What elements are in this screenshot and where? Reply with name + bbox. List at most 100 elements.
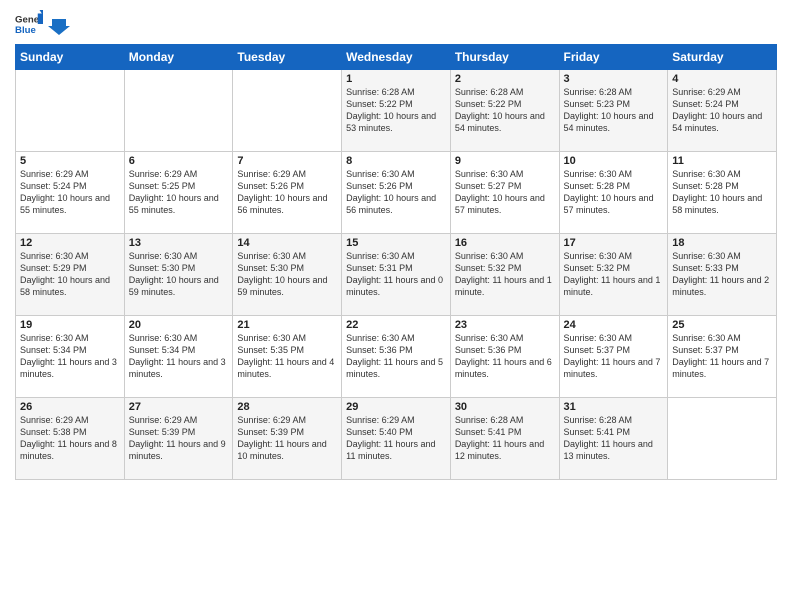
logo-icon: General Blue xyxy=(15,10,43,38)
day-info: Sunrise: 6:30 AM Sunset: 5:37 PM Dayligh… xyxy=(564,332,664,381)
day-info: Sunrise: 6:29 AM Sunset: 5:26 PM Dayligh… xyxy=(237,168,337,217)
day-info: Sunrise: 6:30 AM Sunset: 5:36 PM Dayligh… xyxy=(455,332,555,381)
day-number: 2 xyxy=(455,73,555,85)
day-number: 23 xyxy=(455,319,555,331)
day-number: 9 xyxy=(455,155,555,167)
day-cell xyxy=(16,70,125,152)
day-cell: 15Sunrise: 6:30 AM Sunset: 5:31 PM Dayli… xyxy=(342,234,451,316)
day-cell: 5Sunrise: 6:29 AM Sunset: 5:24 PM Daylig… xyxy=(16,152,125,234)
day-cell xyxy=(124,70,233,152)
day-number: 18 xyxy=(672,237,772,249)
week-row-1: 5Sunrise: 6:29 AM Sunset: 5:24 PM Daylig… xyxy=(16,152,777,234)
day-info: Sunrise: 6:30 AM Sunset: 5:34 PM Dayligh… xyxy=(20,332,120,381)
day-info: Sunrise: 6:29 AM Sunset: 5:25 PM Dayligh… xyxy=(129,168,229,217)
day-number: 6 xyxy=(129,155,229,167)
day-number: 7 xyxy=(237,155,337,167)
week-row-4: 26Sunrise: 6:29 AM Sunset: 5:38 PM Dayli… xyxy=(16,398,777,480)
day-number: 21 xyxy=(237,319,337,331)
day-number: 14 xyxy=(237,237,337,249)
day-info: Sunrise: 6:30 AM Sunset: 5:31 PM Dayligh… xyxy=(346,250,446,299)
day-number: 29 xyxy=(346,401,446,413)
day-cell: 22Sunrise: 6:30 AM Sunset: 5:36 PM Dayli… xyxy=(342,316,451,398)
day-number: 20 xyxy=(129,319,229,331)
day-info: Sunrise: 6:28 AM Sunset: 5:22 PM Dayligh… xyxy=(346,86,446,135)
day-number: 16 xyxy=(455,237,555,249)
weekday-header-row: SundayMondayTuesdayWednesdayThursdayFrid… xyxy=(16,45,777,70)
day-info: Sunrise: 6:29 AM Sunset: 5:24 PM Dayligh… xyxy=(20,168,120,217)
day-number: 1 xyxy=(346,73,446,85)
day-cell: 10Sunrise: 6:30 AM Sunset: 5:28 PM Dayli… xyxy=(559,152,668,234)
day-info: Sunrise: 6:28 AM Sunset: 5:41 PM Dayligh… xyxy=(564,414,664,463)
day-info: Sunrise: 6:30 AM Sunset: 5:26 PM Dayligh… xyxy=(346,168,446,217)
day-cell: 2Sunrise: 6:28 AM Sunset: 5:22 PM Daylig… xyxy=(450,70,559,152)
day-number: 24 xyxy=(564,319,664,331)
day-cell: 19Sunrise: 6:30 AM Sunset: 5:34 PM Dayli… xyxy=(16,316,125,398)
week-row-2: 12Sunrise: 6:30 AM Sunset: 5:29 PM Dayli… xyxy=(16,234,777,316)
day-number: 4 xyxy=(672,73,772,85)
day-number: 3 xyxy=(564,73,664,85)
day-info: Sunrise: 6:29 AM Sunset: 5:39 PM Dayligh… xyxy=(129,414,229,463)
day-info: Sunrise: 6:30 AM Sunset: 5:37 PM Dayligh… xyxy=(672,332,772,381)
day-number: 30 xyxy=(455,401,555,413)
day-cell: 28Sunrise: 6:29 AM Sunset: 5:39 PM Dayli… xyxy=(233,398,342,480)
day-number: 27 xyxy=(129,401,229,413)
day-cell: 17Sunrise: 6:30 AM Sunset: 5:32 PM Dayli… xyxy=(559,234,668,316)
day-cell: 3Sunrise: 6:28 AM Sunset: 5:23 PM Daylig… xyxy=(559,70,668,152)
day-cell: 6Sunrise: 6:29 AM Sunset: 5:25 PM Daylig… xyxy=(124,152,233,234)
day-info: Sunrise: 6:29 AM Sunset: 5:38 PM Dayligh… xyxy=(20,414,120,463)
day-number: 15 xyxy=(346,237,446,249)
day-info: Sunrise: 6:28 AM Sunset: 5:41 PM Dayligh… xyxy=(455,414,555,463)
day-info: Sunrise: 6:30 AM Sunset: 5:35 PM Dayligh… xyxy=(237,332,337,381)
day-cell: 8Sunrise: 6:30 AM Sunset: 5:26 PM Daylig… xyxy=(342,152,451,234)
weekday-header-saturday: Saturday xyxy=(668,45,777,70)
day-cell: 25Sunrise: 6:30 AM Sunset: 5:37 PM Dayli… xyxy=(668,316,777,398)
day-info: Sunrise: 6:28 AM Sunset: 5:23 PM Dayligh… xyxy=(564,86,664,135)
day-cell: 29Sunrise: 6:29 AM Sunset: 5:40 PM Dayli… xyxy=(342,398,451,480)
day-number: 5 xyxy=(20,155,120,167)
day-cell: 11Sunrise: 6:30 AM Sunset: 5:28 PM Dayli… xyxy=(668,152,777,234)
weekday-header-friday: Friday xyxy=(559,45,668,70)
day-number: 12 xyxy=(20,237,120,249)
day-cell: 13Sunrise: 6:30 AM Sunset: 5:30 PM Dayli… xyxy=(124,234,233,316)
day-number: 26 xyxy=(20,401,120,413)
day-cell: 26Sunrise: 6:29 AM Sunset: 5:38 PM Dayli… xyxy=(16,398,125,480)
day-info: Sunrise: 6:29 AM Sunset: 5:24 PM Dayligh… xyxy=(672,86,772,135)
day-cell: 16Sunrise: 6:30 AM Sunset: 5:32 PM Dayli… xyxy=(450,234,559,316)
day-info: Sunrise: 6:30 AM Sunset: 5:32 PM Dayligh… xyxy=(455,250,555,299)
day-cell: 23Sunrise: 6:30 AM Sunset: 5:36 PM Dayli… xyxy=(450,316,559,398)
day-cell: 1Sunrise: 6:28 AM Sunset: 5:22 PM Daylig… xyxy=(342,70,451,152)
logo: General Blue xyxy=(15,10,71,38)
day-info: Sunrise: 6:30 AM Sunset: 5:28 PM Dayligh… xyxy=(564,168,664,217)
header: General Blue xyxy=(15,10,777,38)
day-number: 13 xyxy=(129,237,229,249)
day-cell: 27Sunrise: 6:29 AM Sunset: 5:39 PM Dayli… xyxy=(124,398,233,480)
day-number: 22 xyxy=(346,319,446,331)
day-cell: 12Sunrise: 6:30 AM Sunset: 5:29 PM Dayli… xyxy=(16,234,125,316)
day-cell: 7Sunrise: 6:29 AM Sunset: 5:26 PM Daylig… xyxy=(233,152,342,234)
day-number: 28 xyxy=(237,401,337,413)
day-info: Sunrise: 6:30 AM Sunset: 5:30 PM Dayligh… xyxy=(129,250,229,299)
day-number: 19 xyxy=(20,319,120,331)
day-cell: 21Sunrise: 6:30 AM Sunset: 5:35 PM Dayli… xyxy=(233,316,342,398)
day-info: Sunrise: 6:30 AM Sunset: 5:28 PM Dayligh… xyxy=(672,168,772,217)
day-cell: 30Sunrise: 6:28 AM Sunset: 5:41 PM Dayli… xyxy=(450,398,559,480)
day-info: Sunrise: 6:29 AM Sunset: 5:40 PM Dayligh… xyxy=(346,414,446,463)
day-cell xyxy=(668,398,777,480)
weekday-header-monday: Monday xyxy=(124,45,233,70)
day-info: Sunrise: 6:30 AM Sunset: 5:33 PM Dayligh… xyxy=(672,250,772,299)
week-row-3: 19Sunrise: 6:30 AM Sunset: 5:34 PM Dayli… xyxy=(16,316,777,398)
day-cell: 9Sunrise: 6:30 AM Sunset: 5:27 PM Daylig… xyxy=(450,152,559,234)
weekday-header-sunday: Sunday xyxy=(16,45,125,70)
week-row-0: 1Sunrise: 6:28 AM Sunset: 5:22 PM Daylig… xyxy=(16,70,777,152)
day-number: 17 xyxy=(564,237,664,249)
day-cell: 4Sunrise: 6:29 AM Sunset: 5:24 PM Daylig… xyxy=(668,70,777,152)
day-info: Sunrise: 6:29 AM Sunset: 5:39 PM Dayligh… xyxy=(237,414,337,463)
day-number: 10 xyxy=(564,155,664,167)
calendar-table: SundayMondayTuesdayWednesdayThursdayFrid… xyxy=(15,44,777,480)
day-info: Sunrise: 6:30 AM Sunset: 5:30 PM Dayligh… xyxy=(237,250,337,299)
day-number: 11 xyxy=(672,155,772,167)
day-info: Sunrise: 6:28 AM Sunset: 5:22 PM Dayligh… xyxy=(455,86,555,135)
day-info: Sunrise: 6:30 AM Sunset: 5:29 PM Dayligh… xyxy=(20,250,120,299)
day-info: Sunrise: 6:30 AM Sunset: 5:36 PM Dayligh… xyxy=(346,332,446,381)
svg-text:Blue: Blue xyxy=(15,25,36,36)
